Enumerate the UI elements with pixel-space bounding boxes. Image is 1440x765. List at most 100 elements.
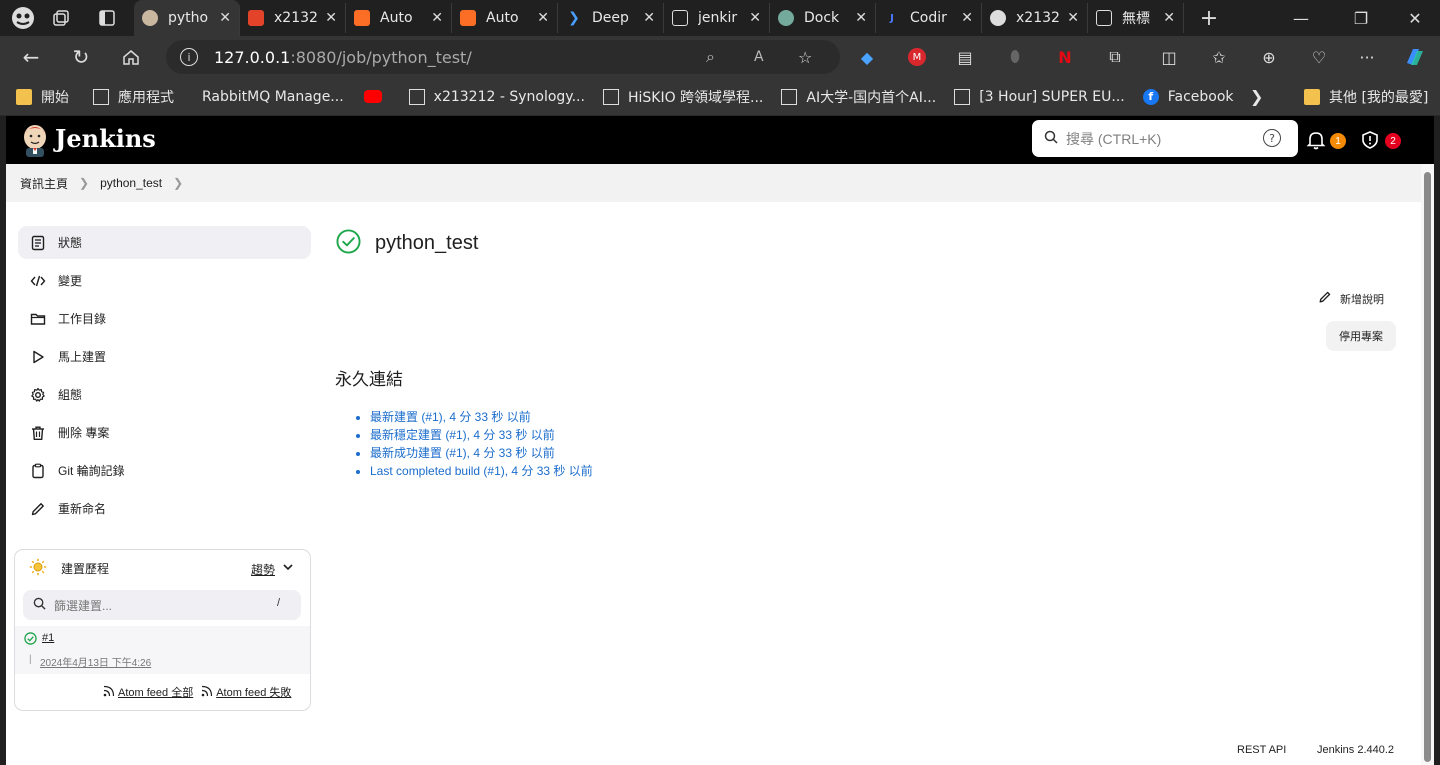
close-icon[interactable]: ✕	[1163, 10, 1175, 26]
browser-tab[interactable]: x2132 ✕	[240, 3, 346, 33]
bookmarks-overflow-icon[interactable]: ❯	[1250, 87, 1263, 106]
scrollbar-thumb[interactable]	[1424, 172, 1431, 762]
permalink-last-stable-build[interactable]: 最新穩定建置 (#1), 4 分 33 秒 以前	[370, 426, 593, 444]
sidebar-item-git-polling-log[interactable]: Git 輪詢記錄	[18, 454, 311, 487]
favorite-star-icon[interactable]: ☆	[798, 48, 812, 67]
extension-screenshot-icon[interactable]: ▤	[950, 42, 980, 72]
permalink-link[interactable]: 最新成功建置 (#1), 4 分 33 秒 以前	[370, 446, 555, 460]
atom-feed-failed-link[interactable]: Atom feed 失敗	[216, 684, 291, 700]
other-bookmarks[interactable]: 其他 [我的最愛]	[1304, 87, 1428, 107]
bookmark-item[interactable]: x213212 - Synology...	[408, 88, 585, 105]
permalink-link[interactable]: Last completed build (#1), 4 分 33 秒 以前	[370, 464, 593, 478]
notifications-bell-icon[interactable]	[1306, 130, 1326, 154]
extensions-puzzle-icon[interactable]: ⧉	[1100, 42, 1130, 72]
zoom-icon[interactable]: ⌕	[706, 47, 715, 67]
jenkins-version-link[interactable]: Jenkins 2.440.2	[1317, 744, 1394, 756]
build-history-title: 建置歷程	[61, 561, 110, 576]
breadcrumb-job[interactable]: python_test	[100, 176, 162, 190]
jenkins-logo-icon[interactable]	[20, 123, 50, 157]
permalink-link[interactable]: 最新穩定建置 (#1), 4 分 33 秒 以前	[370, 428, 555, 442]
copilot-icon[interactable]	[1400, 42, 1430, 72]
sidebar-item-delete-project[interactable]: 刪除 專案	[18, 416, 311, 449]
read-aloud-icon[interactable]: A	[754, 49, 764, 65]
bookmark-item[interactable]: 應用程式	[93, 87, 174, 107]
scrollbar[interactable]	[1421, 164, 1434, 765]
browser-tab[interactable]: J Codir ✕	[876, 3, 982, 33]
close-icon[interactable]: ✕	[749, 10, 761, 26]
close-icon[interactable]: ✕	[1067, 10, 1079, 26]
more-menu-icon[interactable]: ···	[1352, 42, 1382, 72]
build-row[interactable]: #1 | 2024年4月13日 下午4:26	[15, 626, 310, 674]
extension-netflix-icon[interactable]: N	[1050, 42, 1080, 72]
tab-actions-icon[interactable]	[92, 3, 122, 33]
disable-project-button[interactable]: 停用專案	[1326, 321, 1396, 351]
browser-tab[interactable]: Dock ✕	[770, 3, 876, 33]
add-description-button[interactable]: 新增說明	[1318, 290, 1384, 307]
close-window-icon[interactable]: ✕	[1400, 3, 1430, 33]
permalink-last-build[interactable]: 最新建置 (#1), 4 分 33 秒 以前	[370, 408, 593, 426]
favorites-icon[interactable]: ✩	[1204, 42, 1234, 72]
close-icon[interactable]: ✕	[431, 10, 443, 26]
rest-api-link[interactable]: REST API	[1237, 744, 1286, 756]
minimize-icon[interactable]: —	[1286, 3, 1316, 33]
sidebar-item-workspace[interactable]: 工作目錄	[18, 302, 311, 335]
bookmark-item[interactable]: f Facebook	[1142, 88, 1234, 105]
info-icon[interactable]: i	[180, 48, 198, 66]
security-shield-icon[interactable]	[1360, 130, 1380, 154]
close-icon[interactable]: ✕	[325, 10, 337, 26]
extension-mouse-icon[interactable]: ⬮	[1000, 42, 1030, 72]
restore-icon[interactable]: ❐	[1346, 3, 1376, 33]
home-icon[interactable]	[116, 42, 146, 72]
close-icon[interactable]: ✕	[643, 10, 655, 26]
bookmark-item[interactable]: HiSKIO 跨領域學程...	[602, 87, 763, 107]
permalink-last-completed-build[interactable]: Last completed build (#1), 4 分 33 秒 以前	[370, 462, 593, 480]
browser-tab[interactable]: pytho ✕	[134, 0, 240, 36]
extension-gem-icon[interactable]: ◆	[852, 42, 882, 72]
bookmark-item[interactable]	[363, 90, 391, 103]
new-tab-icon[interactable]: +	[1194, 3, 1224, 33]
close-icon[interactable]: ✕	[961, 10, 973, 26]
split-screen-icon[interactable]: ◫	[1154, 42, 1184, 72]
address-bar[interactable]: i 127.0.0.1:8080/job/python_test/ ⌕ A ☆	[166, 40, 840, 74]
bookmark-item[interactable]: 開始	[16, 87, 69, 107]
browser-tab[interactable]: Auto ✕	[346, 3, 452, 33]
close-icon[interactable]: ✕	[537, 10, 549, 26]
refresh-icon[interactable]: ↻	[66, 42, 96, 72]
sidebar-item-build-now[interactable]: 馬上建置	[18, 340, 311, 373]
browser-tab[interactable]: 無標 ✕	[1088, 3, 1184, 33]
breadcrumb-dashboard[interactable]: 資訊主頁	[20, 175, 68, 192]
tab-title: x2132	[1016, 10, 1060, 26]
bookmark-item[interactable]: AI大学-国内首个AI...	[781, 87, 936, 107]
build-number-link[interactable]: #1	[42, 632, 54, 644]
permalink-last-successful-build[interactable]: 最新成功建置 (#1), 4 分 33 秒 以前	[370, 444, 593, 462]
close-icon[interactable]: ✕	[855, 10, 867, 26]
browser-tab[interactable]: Auto ✕	[452, 3, 558, 33]
back-icon[interactable]: ←	[16, 42, 46, 72]
browser-tab[interactable]: x2132 ✕	[982, 3, 1088, 33]
bookmark-item[interactable]: RabbitMQ Manage...	[202, 89, 344, 105]
build-date[interactable]: 2024年4月13日 下午4:26	[40, 654, 151, 669]
extension-mega-icon[interactable]: M	[902, 42, 932, 72]
browser-tab[interactable]: ❯ Deep ✕	[558, 3, 664, 33]
permalink-link[interactable]: 最新建置 (#1), 4 分 33 秒 以前	[370, 410, 531, 424]
sidebar-item-status[interactable]: 狀態	[18, 226, 311, 259]
sidebar-item-configure[interactable]: 組態	[18, 378, 311, 411]
trend-link[interactable]: 趨勢	[251, 561, 275, 578]
workspaces-icon[interactable]	[46, 3, 76, 33]
chevron-right-icon[interactable]: ❯	[173, 176, 183, 190]
browser-essentials-icon[interactable]: ♡	[1304, 42, 1334, 72]
chevron-down-icon[interactable]	[281, 560, 295, 577]
search-input[interactable]: 搜尋 (CTRL+K) ?	[1032, 120, 1298, 157]
profile-avatar-icon[interactable]	[8, 3, 38, 33]
chatgpt-favicon-icon	[778, 10, 794, 26]
build-filter-input[interactable]: 篩選建置... /	[23, 590, 301, 620]
close-icon[interactable]: ✕	[219, 10, 231, 26]
help-icon[interactable]: ?	[1263, 129, 1281, 147]
bookmark-item[interactable]: [3 Hour] SUPER EU...	[954, 88, 1125, 105]
browser-tab[interactable]: jenkir ✕	[664, 3, 770, 33]
atom-feed-all-link[interactable]: Atom feed 全部	[118, 684, 193, 700]
sidebar-item-rename[interactable]: 重新命名	[18, 492, 311, 525]
collections-icon[interactable]: ⊕	[1254, 42, 1284, 72]
jenkins-brand[interactable]: Jenkins	[55, 124, 156, 153]
sidebar-item-changes[interactable]: 變更	[18, 264, 311, 297]
